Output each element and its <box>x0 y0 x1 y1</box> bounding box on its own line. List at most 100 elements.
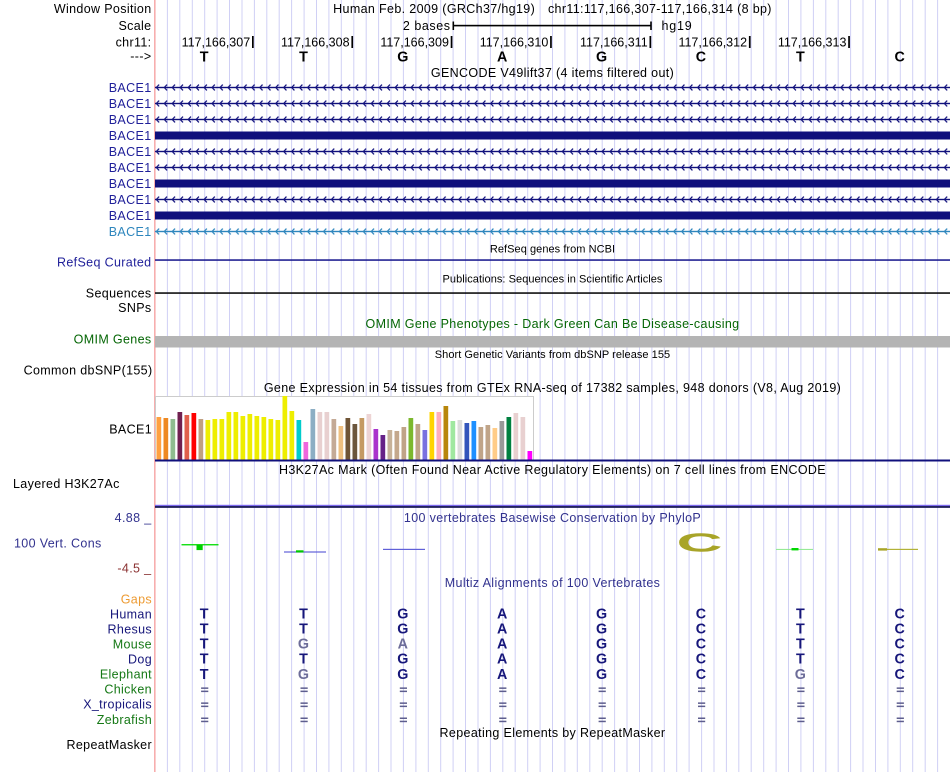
svg-text:A: A <box>497 652 507 668</box>
svg-text:BACE1: BACE1 <box>109 225 152 239</box>
svg-text:Layered H3K27Ac: Layered H3K27Ac <box>13 477 120 491</box>
svg-text:T: T <box>200 637 209 653</box>
svg-text:hg19: hg19 <box>662 19 693 33</box>
svg-text:BACE1: BACE1 <box>109 113 152 127</box>
svg-text:Multiz Alignments of 100 Verte: Multiz Alignments of 100 Vertebrates <box>445 576 661 590</box>
svg-text:G: G <box>596 622 607 638</box>
svg-text:OMIM Gene Phenotypes - Dark Gr: OMIM Gene Phenotypes - Dark Green Can Be… <box>366 317 740 331</box>
svg-text:T: T <box>299 652 308 668</box>
svg-text:A: A <box>497 607 507 623</box>
svg-text:BACE1: BACE1 <box>109 97 152 111</box>
svg-text:T: T <box>796 607 805 623</box>
svg-text:117,166,311: 117,166,311 <box>580 36 648 50</box>
svg-text:C: C <box>696 637 706 653</box>
svg-text:G: G <box>298 637 309 653</box>
svg-text:117,166,310: 117,166,310 <box>480 36 549 50</box>
svg-text:X_tropicalis: X_tropicalis <box>83 698 152 712</box>
svg-text:chr11:: chr11: <box>116 36 152 50</box>
svg-text:Human: Human <box>110 607 152 621</box>
svg-text:A: A <box>497 637 507 653</box>
svg-text:T: T <box>796 637 805 653</box>
svg-text:T: T <box>299 607 308 623</box>
svg-text:Repeating Elements by RepeatMa: Repeating Elements by RepeatMasker <box>440 726 666 740</box>
svg-text:T: T <box>200 49 209 65</box>
svg-text:T: T <box>200 652 209 668</box>
svg-text:Human Feb. 2009 (GRCh37/hg19): Human Feb. 2009 (GRCh37/hg19) chr11:117,… <box>333 2 772 16</box>
svg-text:C: C <box>895 607 905 623</box>
svg-text:A: A <box>497 622 507 638</box>
svg-text:BACE1: BACE1 <box>109 209 152 223</box>
svg-text:Chicken: Chicken <box>104 683 152 697</box>
svg-text:BACE1: BACE1 <box>109 177 152 191</box>
svg-text:A: A <box>398 637 408 653</box>
svg-text:G: G <box>397 622 408 638</box>
svg-text:C: C <box>696 622 706 638</box>
svg-text:T: T <box>200 607 209 623</box>
svg-text:H3K27Ac Mark (Often Found Near: H3K27Ac Mark (Often Found Near Active Re… <box>279 463 826 477</box>
svg-text:Zebrafish: Zebrafish <box>97 713 152 727</box>
svg-text:100 vertebrates Basewise Conse: 100 vertebrates Basewise Conservation by… <box>404 511 701 525</box>
svg-text:117,166,312: 117,166,312 <box>678 36 747 50</box>
svg-text:C: C <box>895 622 905 638</box>
svg-text:Window Position: Window Position <box>54 2 152 16</box>
svg-text:Gene Expression in 54 tissues: Gene Expression in 54 tissues from GTEx … <box>264 381 841 395</box>
svg-text:G: G <box>298 667 309 683</box>
svg-text:Short Genetic Variants from db: Short Genetic Variants from dbSNP releas… <box>435 349 670 361</box>
svg-text:Mouse: Mouse <box>113 637 152 651</box>
svg-text:C: C <box>696 607 706 623</box>
svg-text:T: T <box>796 49 805 65</box>
svg-text:100 Vert. Cons: 100 Vert. Cons <box>14 537 102 551</box>
svg-text:T: T <box>299 622 308 638</box>
svg-text:C: C <box>895 667 905 683</box>
svg-text:Gaps: Gaps <box>121 592 152 606</box>
svg-text:SNPs: SNPs <box>118 301 151 315</box>
svg-text:A: A <box>497 667 507 683</box>
svg-text:Rhesus: Rhesus <box>108 622 152 636</box>
svg-text:2 bases: 2 bases <box>403 19 451 33</box>
svg-text:RefSeq genes from NCBI: RefSeq genes from NCBI <box>490 244 615 256</box>
svg-text:Publications: Sequences in Sci: Publications: Sequences in Scientific Ar… <box>443 274 663 286</box>
svg-text:Scale: Scale <box>118 19 151 33</box>
svg-text:C: C <box>895 652 905 668</box>
svg-text:T: T <box>200 667 209 683</box>
svg-text:T: T <box>200 622 209 638</box>
svg-text:G: G <box>397 652 408 668</box>
svg-text:C: C <box>696 652 706 668</box>
svg-text:G: G <box>397 667 408 683</box>
svg-text:G: G <box>596 49 607 65</box>
svg-text:G: G <box>397 607 408 623</box>
svg-text:RepeatMasker: RepeatMasker <box>67 738 153 752</box>
svg-text:GENCODE V49lift37 (4 items fil: GENCODE V49lift37 (4 items filtered out) <box>431 66 674 80</box>
svg-text:117,166,307: 117,166,307 <box>182 36 251 50</box>
svg-text:G: G <box>397 49 408 65</box>
svg-text:G: G <box>596 607 607 623</box>
svg-text:C: C <box>895 637 905 653</box>
svg-text:BACE1: BACE1 <box>109 193 152 207</box>
svg-text:T: T <box>299 49 308 65</box>
svg-text:117,166,313: 117,166,313 <box>778 36 847 50</box>
svg-text:G: G <box>596 667 607 683</box>
svg-text:BACE1: BACE1 <box>109 129 152 143</box>
svg-text:G: G <box>795 667 806 683</box>
svg-text:A: A <box>497 49 507 65</box>
svg-text:G: G <box>596 652 607 668</box>
svg-text:T: T <box>796 652 805 668</box>
svg-text:Common dbSNP(155): Common dbSNP(155) <box>24 363 153 377</box>
svg-text:G: G <box>596 637 607 653</box>
svg-text:C: C <box>696 667 706 683</box>
svg-text:117,166,308: 117,166,308 <box>281 36 350 50</box>
svg-text:T: T <box>796 622 805 638</box>
svg-text:--->: ---> <box>130 50 151 64</box>
svg-text:Elephant: Elephant <box>100 668 152 682</box>
svg-text:BACE1: BACE1 <box>109 423 152 437</box>
svg-text:BACE1: BACE1 <box>109 81 152 95</box>
svg-text:BACE1: BACE1 <box>109 145 152 159</box>
svg-text:BACE1: BACE1 <box>109 161 152 175</box>
svg-text:Dog: Dog <box>128 653 152 667</box>
svg-text:117,166,309: 117,166,309 <box>380 36 449 50</box>
svg-text:Sequences: Sequences <box>86 287 152 301</box>
svg-text:C: C <box>696 49 706 65</box>
svg-text:4.88 _: 4.88 _ <box>115 511 153 525</box>
svg-text:C: C <box>676 529 722 557</box>
svg-text:OMIM Genes: OMIM Genes <box>74 333 152 347</box>
